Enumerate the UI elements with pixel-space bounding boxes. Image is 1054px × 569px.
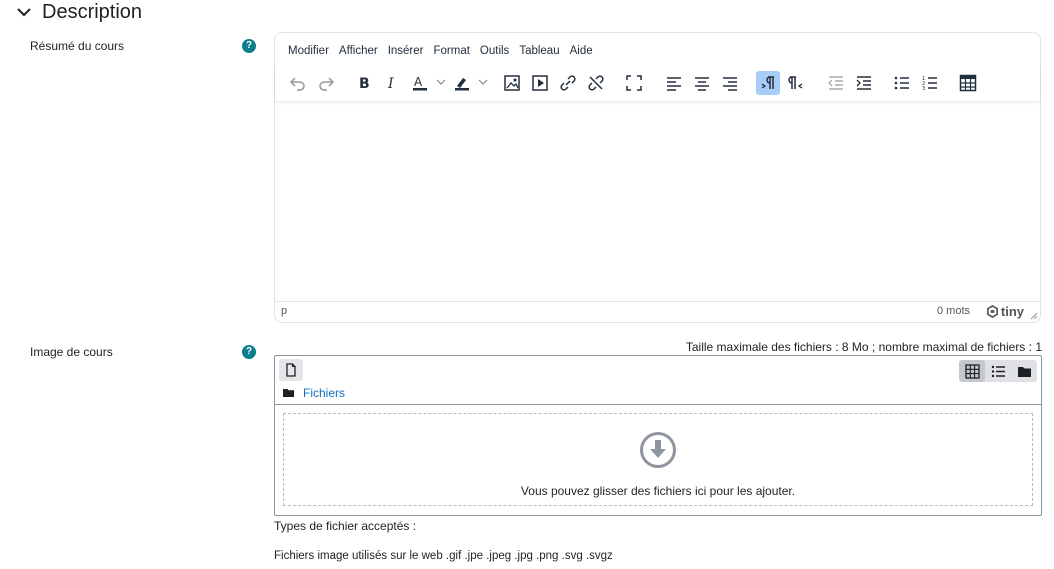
menu-outils[interactable]: Outils <box>475 43 514 59</box>
element-path[interactable]: p <box>281 305 287 317</box>
help-icon[interactable]: ? <box>242 39 256 53</box>
chevron-down-icon[interactable] <box>436 77 446 87</box>
indent-icon[interactable] <box>852 71 876 95</box>
image-label: Image de cours <box>30 345 113 359</box>
max-size-info: Taille maximale des fichiers : 8 Mo ; no… <box>685 340 1042 354</box>
bold-icon[interactable]: B <box>352 71 376 95</box>
view-switcher <box>959 360 1037 382</box>
chevron-down-icon[interactable] <box>14 2 34 22</box>
section-title[interactable]: Description <box>42 0 142 24</box>
image-icon[interactable] <box>500 71 524 95</box>
menu-afficher[interactable]: Afficher <box>334 43 383 59</box>
resize-handle-icon[interactable] <box>1030 312 1038 320</box>
media-icon[interactable] <box>528 71 552 95</box>
folder-icon <box>283 389 294 397</box>
rtl-icon[interactable] <box>784 71 808 95</box>
numbered-list-icon[interactable]: 123 <box>918 71 942 95</box>
divider <box>275 404 1041 405</box>
editor-statusbar: p 0 mots tiny <box>275 301 1040 322</box>
summary-label: Résumé du cours <box>30 39 125 53</box>
folder-view-icon[interactable] <box>1011 360 1037 382</box>
redo-icon[interactable] <box>314 71 338 95</box>
accepted-types-list: Fichiers image utilisés sur le web .gif … <box>274 550 613 562</box>
outdent-icon[interactable] <box>824 71 848 95</box>
breadcrumb: Fichiers <box>283 386 345 400</box>
menu-modifier[interactable]: Modifier <box>283 43 334 59</box>
accepted-types-title: Types de fichier acceptés : <box>274 519 417 533</box>
unlink-icon[interactable] <box>584 71 608 95</box>
download-icon <box>640 432 676 468</box>
link-icon[interactable] <box>556 71 580 95</box>
highlight-icon[interactable] <box>450 71 474 95</box>
rich-text-editor: Modifier Afficher Insérer Format Outils … <box>274 32 1041 323</box>
menu-inserer[interactable]: Insérer <box>383 43 429 59</box>
ltr-icon[interactable] <box>756 71 780 95</box>
tiny-logo-icon <box>986 305 998 318</box>
menu-tableau[interactable]: Tableau <box>514 43 564 59</box>
breadcrumb-files-link[interactable]: Fichiers <box>303 386 345 400</box>
add-file-button[interactable] <box>279 359 303 381</box>
svg-text:B: B <box>359 76 370 92</box>
tiny-logo[interactable]: tiny <box>986 304 1024 319</box>
italic-icon[interactable]: I <box>380 71 404 95</box>
align-right-icon[interactable] <box>718 71 742 95</box>
menu-aide[interactable]: Aide <box>565 43 598 59</box>
svg-text:A: A <box>414 75 423 89</box>
grid-view-icon[interactable] <box>959 360 985 382</box>
menu-format[interactable]: Format <box>428 43 474 59</box>
word-count[interactable]: 0 mots <box>937 305 970 317</box>
file-icon <box>286 363 296 377</box>
text-color-icon[interactable]: A <box>408 71 432 95</box>
table-icon[interactable] <box>956 71 980 95</box>
bullet-list-icon[interactable] <box>890 71 914 95</box>
align-left-icon[interactable] <box>662 71 686 95</box>
editor-content-area[interactable] <box>275 103 1040 302</box>
align-center-icon[interactable] <box>690 71 714 95</box>
editor-toolbar: B I A 1 2 3 <box>275 67 1040 101</box>
chevron-down-icon[interactable] <box>478 77 488 87</box>
file-manager: Fichiers Vous pouvez glisser des fichier… <box>274 355 1042 516</box>
help-icon[interactable]: ? <box>242 345 256 359</box>
tiny-brand: tiny <box>1000 304 1024 319</box>
list-view-icon[interactable] <box>985 360 1011 382</box>
svg-text:I: I <box>387 76 394 92</box>
dropzone-text: Vous pouvez glisser des fichiers ici pou… <box>520 484 796 498</box>
file-dropzone[interactable]: Vous pouvez glisser des fichiers ici pou… <box>283 413 1033 506</box>
editor-menubar: Modifier Afficher Insérer Format Outils … <box>283 43 598 59</box>
fullscreen-icon[interactable] <box>622 71 646 95</box>
svg-text:3: 3 <box>922 86 925 92</box>
undo-icon[interactable] <box>286 71 310 95</box>
